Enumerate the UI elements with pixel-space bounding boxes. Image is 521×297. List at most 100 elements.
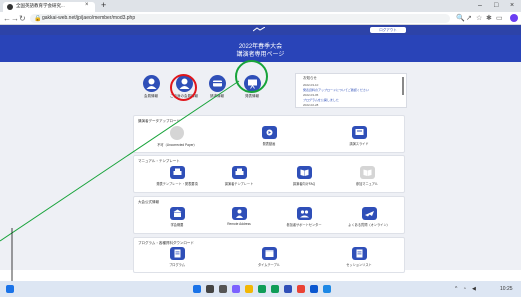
book-icon: [359, 166, 375, 179]
member-info-button[interactable]: 会員情報: [135, 75, 167, 99]
participation-manual-button[interactable]: 参加マニュアル: [342, 166, 392, 186]
search-icon[interactable]: [206, 285, 214, 293]
url-field[interactable]: 🔒 gakkai-web.net/jp/jaeo/member/mod3.php: [30, 14, 450, 23]
explorer-icon[interactable]: [245, 285, 253, 293]
session-list-button[interactable]: セッションリスト: [334, 247, 384, 267]
tray-chevron-icon[interactable]: ^: [455, 285, 457, 293]
official-info-section: 大会公式情報 学会概要 Remote Address 参加者サポートセンター よ…: [133, 196, 405, 234]
browser-tab[interactable]: 全国英語教育学会研究... ×: [3, 2, 95, 12]
presentation-template-button[interactable]: 発表テンプレート・発表要項: [152, 166, 202, 186]
billing-info-label: 請求情報: [210, 94, 224, 98]
notice-line: 2022-03-05: [303, 93, 319, 97]
support-icon: [296, 207, 312, 220]
chat-icon[interactable]: [232, 285, 240, 293]
site-top-bar: ログアウト: [0, 25, 521, 35]
manuals-section: マニュアル・テンプレート 発表テンプレート・発表要項 講演者テンプレート 講演者…: [133, 155, 405, 193]
sidebar-icon[interactable]: ▭: [496, 14, 503, 23]
item-label: 講演スライド: [349, 142, 369, 146]
tab-close-icon[interactable]: ×: [85, 2, 89, 8]
notices-panel: お知らせ 2022-03-10 発表資料のアップロードについてご確認ください 2…: [295, 73, 407, 108]
notice-link[interactable]: プログラムを公開しました: [303, 98, 339, 102]
widgets-icon[interactable]: [6, 285, 14, 293]
document-icon: [169, 247, 185, 260]
person-icon: [231, 207, 247, 220]
star-icon[interactable]: ☆: [476, 14, 482, 23]
maximize-button[interactable]: □: [494, 0, 498, 11]
logout-button[interactable]: ログアウト: [370, 27, 406, 33]
online-faq-button[interactable]: よくある質問（オンライン）: [344, 207, 394, 227]
item-label: セッションリスト: [346, 263, 372, 267]
notice-line: 2022-02-28: [303, 103, 319, 107]
timetable-button[interactable]: タイムテーブル: [244, 247, 294, 267]
item-label: 発表テンプレート・発表要項: [156, 182, 198, 186]
item-label: 講演者テンプレート: [224, 182, 254, 186]
browser-tab-bar: 全国英語教育学会研究... × + – □ ×: [0, 0, 521, 12]
start-icon[interactable]: [193, 285, 201, 293]
zoom-icon[interactable]: 🔍: [456, 14, 465, 23]
notices-title: お知らせ: [303, 76, 317, 80]
page-subtitle: 講演者専用ページ: [236, 52, 285, 58]
mail-icon[interactable]: [323, 285, 331, 293]
billing-info-button[interactable]: 請求情報: [201, 75, 233, 99]
store-icon[interactable]: [271, 285, 279, 293]
remote-address-button[interactable]: Remote Address: [214, 207, 264, 226]
close-window-button[interactable]: ×: [510, 0, 514, 11]
support-center-button[interactable]: 参加者サポートセンター: [279, 207, 329, 227]
volume-icon[interactable]: ◀: [472, 285, 476, 293]
plane-icon: [361, 207, 377, 220]
annotation-green-circle: [235, 60, 268, 93]
item-label: 講演者向けFAQ: [292, 182, 316, 186]
item-label: 参加マニュアル: [355, 182, 379, 186]
section-title: マニュアル・テンプレート: [138, 159, 180, 163]
app-icon[interactable]: [310, 285, 318, 293]
back-icon[interactable]: ←: [3, 13, 11, 24]
notice-link[interactable]: 発表資料のアップロードについてご確認ください: [303, 88, 369, 92]
app-icon[interactable]: [284, 285, 292, 293]
building-icon: [169, 207, 185, 220]
item-label: よくある質問（オンライン）: [348, 223, 390, 227]
notice-line: 2022-03-10: [303, 83, 319, 87]
notices-scrollbar[interactable]: [402, 77, 404, 95]
society-overview-button[interactable]: 学会概要: [152, 207, 202, 227]
wifi-icon[interactable]: ◔: [463, 285, 466, 293]
minimize-button[interactable]: –: [478, 0, 482, 11]
uncorrected-paper-button[interactable]: 不可（Uncorrected Paper）: [152, 126, 202, 147]
presentation-info-label: 発表情報: [245, 94, 259, 98]
section-title: 講演者データアップロード: [138, 119, 180, 123]
program-button[interactable]: プログラム: [152, 247, 202, 267]
video-icon: [261, 126, 277, 139]
url-text: gakkai-web.net/jp/jaeo/member/mod3.php: [42, 15, 136, 21]
forward-icon[interactable]: →: [11, 13, 19, 24]
clock[interactable]: 10:25: [500, 285, 513, 293]
tab-title: 全国英語教育学会研究...: [16, 3, 65, 8]
slides-button[interactable]: 講演スライド: [334, 126, 384, 146]
task-view-icon[interactable]: [219, 285, 227, 293]
item-label: 発表動画: [262, 142, 276, 146]
person-icon: [142, 75, 160, 92]
reload-icon[interactable]: ↻: [19, 13, 26, 24]
upload-section: 講演者データアップロード 不可（Uncorrected Paper） 発表動画 …: [133, 115, 405, 153]
edge-icon[interactable]: [258, 285, 266, 293]
item-label: プログラム: [169, 263, 185, 267]
video-button[interactable]: 発表動画: [244, 126, 294, 146]
document-icon: [351, 247, 367, 260]
slides-icon: [351, 126, 367, 139]
printer-icon: [169, 166, 185, 179]
extensions-icon[interactable]: ✱: [486, 14, 492, 23]
faq-button[interactable]: 講演者向けFAQ: [279, 166, 329, 186]
speaker-template-button[interactable]: 講演者テンプレート: [214, 166, 264, 186]
printer-icon: [231, 166, 247, 179]
chrome-icon[interactable]: [297, 285, 305, 293]
card-icon: [208, 75, 226, 92]
favicon-icon: [7, 4, 13, 10]
calendar-icon: [261, 247, 277, 260]
share-icon[interactable]: ↗: [466, 14, 472, 23]
profile-avatar[interactable]: [510, 14, 518, 22]
new-tab-button[interactable]: +: [101, 0, 106, 11]
upload-disabled-icon: [170, 126, 184, 140]
item-label: 不可（Uncorrected Paper）: [157, 143, 197, 147]
item-label: 参加者サポートセンター: [286, 223, 322, 227]
program-downloads-section: プログラム・各種資料ダウンロード プログラム タイムテーブル セッションリスト: [133, 237, 405, 273]
os-taskbar: ^ ◔ ◀ 10:25: [0, 281, 521, 297]
annotation-red-circle: [170, 74, 197, 101]
